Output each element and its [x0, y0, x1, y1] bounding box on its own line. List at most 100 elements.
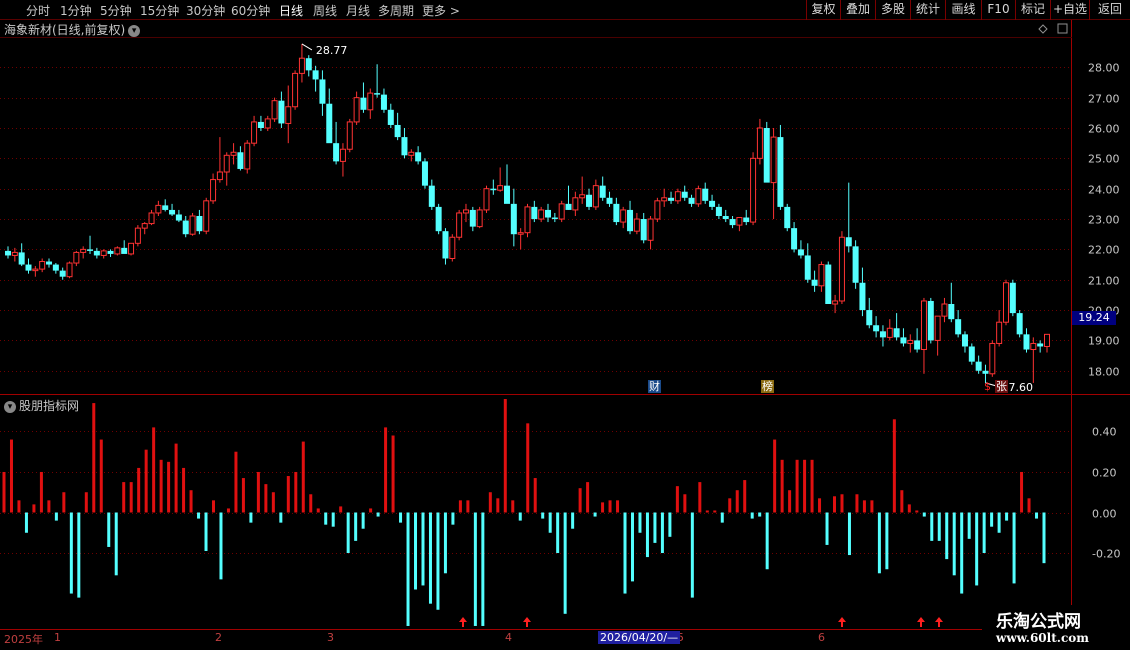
- candle-body: [750, 157, 757, 223]
- candle-body: [346, 121, 353, 150]
- indicator-bar: [451, 512, 455, 525]
- indicator-bar: [443, 512, 447, 574]
- candle-body: [435, 206, 442, 232]
- price-tick-label: 21.00: [1088, 275, 1120, 288]
- diamond-icon: [1038, 24, 1048, 34]
- indicator-bar: [526, 423, 530, 513]
- candle-body: [1037, 343, 1044, 347]
- buy-signal-arrow-icon: [917, 617, 925, 627]
- indicator-bar: [62, 492, 66, 513]
- indicator-bar: [840, 494, 844, 513]
- indicator-bar: [361, 512, 365, 529]
- candle-body: [11, 251, 18, 256]
- indicator-bar: [503, 399, 507, 513]
- indicator-bar: [616, 500, 620, 513]
- candle-body: [162, 205, 169, 210]
- indicator-bar: [937, 512, 941, 541]
- indicator-bar: [818, 498, 822, 513]
- indicator-bar: [855, 494, 859, 513]
- candle-body: [1002, 282, 1009, 323]
- candle-body: [428, 185, 435, 207]
- candle-body: [743, 217, 750, 223]
- candle-body: [996, 321, 1003, 344]
- watermark: 乐淘公式网 www.60lt.com: [982, 605, 1130, 650]
- candle-body: [873, 325, 880, 332]
- indicator-bar: [54, 512, 58, 521]
- candle-body: [278, 100, 285, 124]
- candle-body: [408, 151, 415, 156]
- candle-body: [128, 242, 135, 255]
- dollar-marker-icon[interactable]: $: [983, 380, 992, 393]
- indicator-bar: [952, 512, 956, 576]
- indicator-bar: [645, 512, 649, 558]
- candle-body: [838, 236, 845, 302]
- indicator-bar: [690, 512, 694, 598]
- panel-maximize-icon: [1057, 23, 1068, 34]
- indicator-bar: [17, 500, 21, 513]
- candle-body: [46, 261, 53, 265]
- indicator-tick-label: -0.20: [1092, 548, 1120, 561]
- indicator-bar: [990, 512, 994, 527]
- candle-body: [517, 232, 524, 235]
- indicator-bar: [788, 490, 792, 513]
- candle-body: [237, 152, 244, 169]
- rise-event-badge[interactable]: 张: [995, 380, 1008, 393]
- candle-body: [230, 151, 237, 156]
- candle-body: [32, 268, 39, 272]
- candle-body: [1009, 282, 1016, 314]
- indicator-bar: [84, 492, 88, 513]
- price-tick-label: 23.00: [1088, 214, 1120, 227]
- price-tick-label: 19.00: [1088, 335, 1120, 348]
- candle-body: [586, 194, 593, 207]
- indicator-bar: [107, 512, 111, 547]
- candle-body: [59, 270, 66, 277]
- candle-body: [121, 247, 128, 254]
- candle-body: [18, 252, 25, 265]
- indicator-bar: [660, 512, 664, 554]
- indicator-bar: [174, 443, 178, 513]
- indicator-bar: [137, 467, 141, 513]
- candle-body: [462, 209, 469, 214]
- indicator-bar: [518, 512, 522, 521]
- candle-body: [264, 118, 271, 129]
- candle-body: [339, 148, 346, 162]
- indicator-bar: [24, 512, 28, 533]
- indicator-bar: [458, 500, 462, 513]
- indicator-bar: [182, 467, 186, 513]
- candle-body: [483, 188, 490, 211]
- candle-body: [360, 97, 367, 110]
- candle-body: [415, 152, 422, 162]
- indicator-bar: [713, 510, 717, 513]
- indicator-bar: [593, 512, 597, 517]
- indicator-bar: [900, 490, 904, 513]
- price-tick-label: 27.00: [1088, 93, 1120, 106]
- candle-body: [380, 94, 387, 110]
- indicator-bar: [226, 508, 230, 513]
- candle-body: [961, 334, 968, 347]
- indicator-bar: [9, 439, 13, 513]
- indicator-bar: [1042, 512, 1046, 564]
- candle-body: [52, 264, 59, 271]
- candle-body: [374, 93, 381, 95]
- buy-signal-arrow-icon: [523, 617, 531, 627]
- indicator-bar: [466, 500, 470, 513]
- indicator-bar: [877, 512, 881, 574]
- indicator-bar: [653, 512, 657, 543]
- price-tick-label: 28.00: [1088, 62, 1120, 75]
- candle-body: [763, 128, 770, 183]
- ranking-event-badge[interactable]: 榜: [761, 380, 774, 393]
- candle-body: [955, 319, 962, 335]
- indicator-bar: [743, 480, 747, 513]
- candle-body: [326, 103, 333, 144]
- candle-body: [674, 191, 681, 202]
- candle-body: [387, 109, 394, 125]
- indicator-bar: [279, 512, 283, 523]
- indicator-bar: [331, 512, 335, 527]
- indicator-bar: [930, 512, 934, 541]
- watermark-name: 乐淘公式网: [996, 612, 1081, 632]
- finance-event-badge[interactable]: 财: [648, 380, 661, 393]
- indicator-bar: [1020, 471, 1024, 513]
- candle-body: [640, 219, 647, 241]
- candle-body: [298, 57, 305, 74]
- indicator-bar: [982, 512, 986, 554]
